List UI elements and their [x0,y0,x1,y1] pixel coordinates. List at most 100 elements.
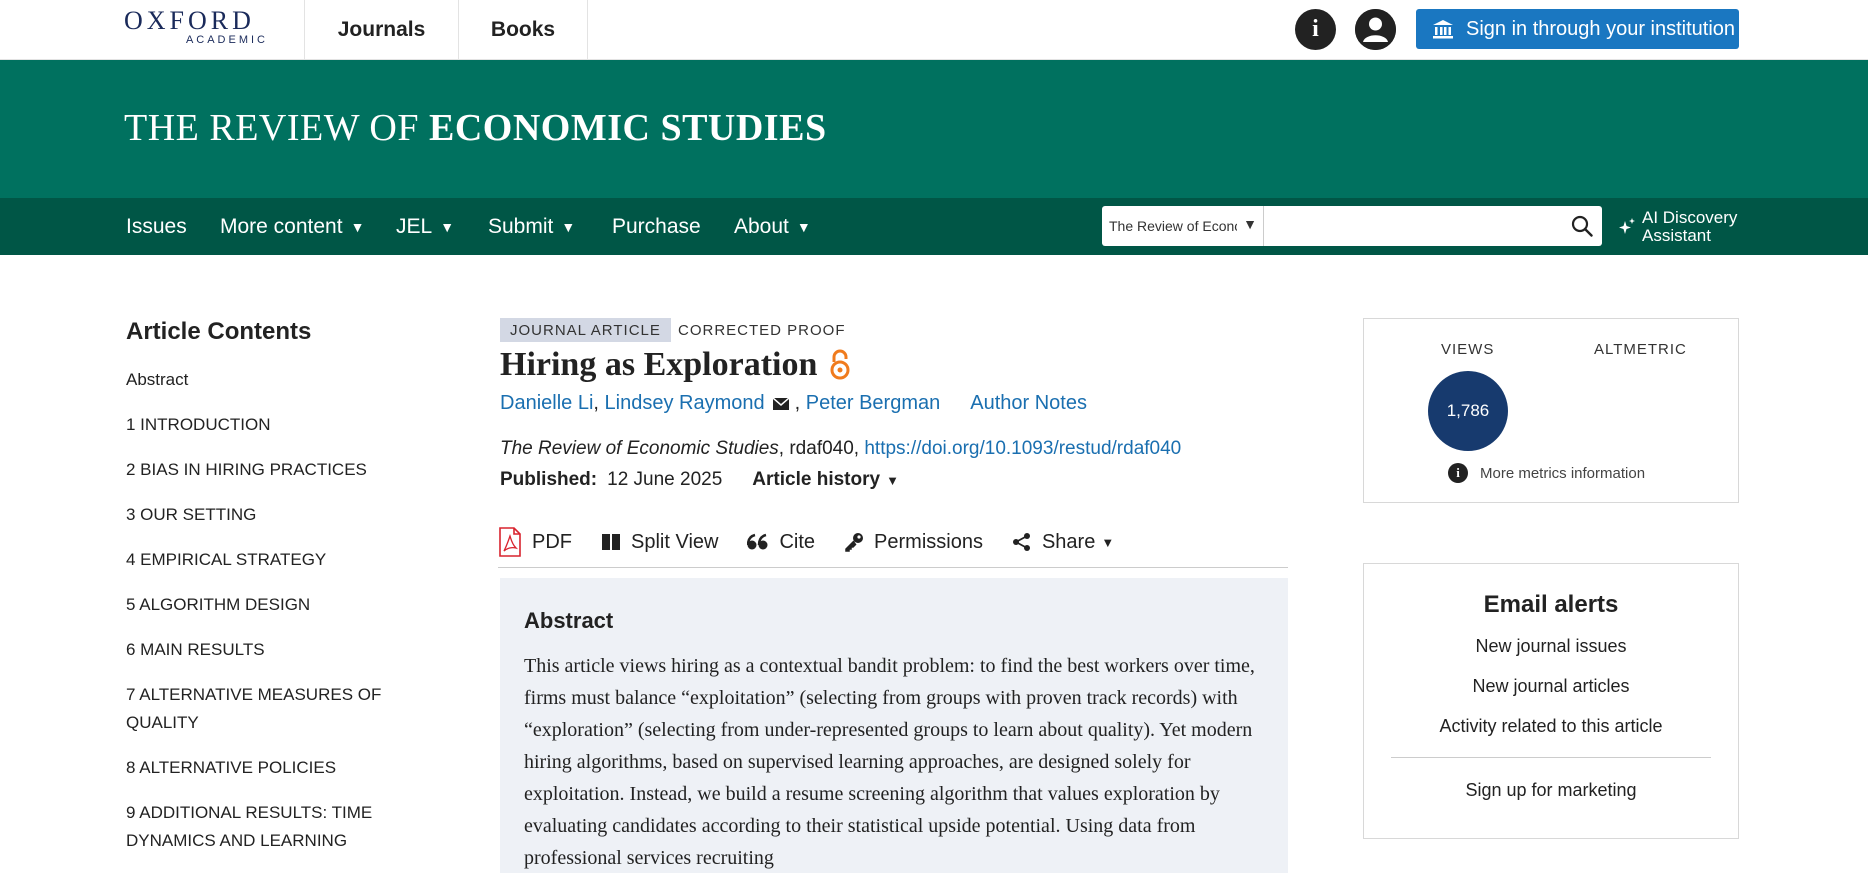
article-contents-list: Abstract 1 INTRODUCTION 2 BIAS IN HIRING… [126,366,386,872]
chevron-down-icon: ▼ [796,218,811,235]
published-label: Published: [500,469,598,490]
nav-issues-label: Issues [126,214,187,238]
cite-label: Cite [779,530,816,553]
user-icon[interactable] [1355,9,1396,50]
ai-line2: Assistant [1642,226,1711,245]
pdf-button[interactable]: PDF [498,524,572,560]
toc-item-3[interactable]: 3 OUR SETTING [126,501,386,529]
marketing-signup-link[interactable]: Sign up for marketing [1364,780,1738,801]
author-link[interactable]: Danielle Li [500,392,593,415]
abstract-text: This article views hiring as a contextua… [524,655,1255,869]
quote-icon [747,533,768,550]
nav-purchase-label: Purchase [612,214,701,238]
search-scope-select[interactable]: The Review of Economic Studies ▼ [1102,206,1264,246]
author-notes-link[interactable]: Author Notes [970,392,1087,415]
email-alerts-title: Email alerts [1483,591,1619,618]
info-icon[interactable]: i [1295,9,1336,50]
toc-item-4[interactable]: 4 EMPIRICAL STRATEGY [126,546,386,574]
chevron-down-icon: ▼ [350,218,365,235]
cite-button[interactable]: Cite [747,524,815,560]
chevron-down-icon: ▼ [886,473,899,488]
nav-jel-label: JEL [396,214,433,238]
search-input[interactable] [1264,206,1602,246]
nav-about-label: About [734,214,789,238]
nav-issues[interactable]: Issues [126,198,187,255]
article-history-toggle[interactable]: Article history ▼ [752,469,899,491]
author-separator: , [794,392,806,414]
journal-title[interactable]: THE REVIEW OF ECONOMIC STUDIES [124,106,827,150]
nav-submit[interactable]: Submit ▼ [488,198,575,255]
email-alerts-widget: Email alerts New journal issues New jour… [1363,563,1739,839]
nav-more-content[interactable]: More content ▼ [220,198,364,255]
toc-item-2[interactable]: 2 BIAS IN HIRING PRACTICES [126,456,386,484]
article-toolbar: PDF Split View Cite Permissions Share ▼ [498,524,1288,568]
toc-item-9[interactable]: 9 ADDITIONAL RESULTS: TIME DYNAMICS AND … [126,799,386,855]
ai-line1: AI Discovery [1642,208,1738,227]
key-icon [845,533,864,552]
info-icon: i [1448,463,1468,483]
split-view-button[interactable]: Split View [601,524,718,560]
chevron-down-icon: ▼ [561,218,576,235]
chevron-down-icon: ▼ [440,218,455,235]
views-count: 1,786 [1428,371,1508,451]
logo-line1: OXFORD [124,6,255,35]
ai-discovery-assistant[interactable]: AI Discovery Assistant [1618,207,1748,247]
toc-item-5[interactable]: 5 ALGORITHM DESIGN [126,591,386,619]
published-date: 12 June 2025 [607,469,723,490]
nav-jel[interactable]: JEL ▼ [396,198,454,255]
search-icon[interactable] [1571,215,1593,237]
toc-item-8[interactable]: 8 ALTERNATIVE POLICIES [126,754,386,782]
doi-link[interactable]: https://doi.org/10.1093/restud/rdaf040 [864,438,1181,459]
permissions-label: Permissions [874,530,983,553]
citation-line: The Review of Economic Studies, rdaf040,… [500,438,1181,460]
divider [1391,757,1711,758]
share-button[interactable]: Share ▼ [1012,524,1114,560]
oxford-academic-logo[interactable]: OXFORD ACADEMIC [124,8,272,48]
toc-item-abstract[interactable]: Abstract [126,366,386,394]
article-status-badge: CORRECTED PROOF [678,321,846,339]
author-list: Danielle Li, Lindsey Raymond , Peter Ber… [500,392,1087,415]
sign-in-label: Sign in through your institution [1466,17,1736,40]
open-access-icon [830,349,850,380]
nav-about[interactable]: About ▼ [734,198,811,255]
alert-new-issues-link[interactable]: New journal issues [1364,633,1738,659]
journal-name: The Review of Economic Studies [500,438,779,459]
author-separator: , [593,392,605,414]
author-link[interactable]: Lindsey Raymond [605,392,765,415]
split-view-icon [602,534,620,550]
nav-purchase[interactable]: Purchase [612,198,701,255]
article-history-label: Article history [752,469,881,490]
pdf-label: PDF [532,530,572,553]
toc-item-7[interactable]: 7 ALTERNATIVE MEASURES OF QUALITY [126,681,386,737]
toc-item-6[interactable]: 6 MAIN RESULTS [126,636,386,664]
envelope-icon[interactable] [772,397,789,410]
logo-line2: ACADEMIC [185,34,268,46]
article-type-badge: JOURNAL ARTICLE [500,318,671,342]
journal-title-bold: ECONOMIC STUDIES [429,107,827,149]
alert-activity-link[interactable]: Activity related to this article [1364,713,1738,739]
metrics-widget: VIEWS ALTMETRIC 1,786 i More metrics inf… [1363,318,1739,503]
journal-title-regular: THE REVIEW OF [124,107,429,149]
article-title-text: Hiring as Exploration [500,346,818,383]
chevron-down-icon: ▼ [1101,534,1115,550]
article-title: Hiring as Exploration [500,346,851,384]
article-contents-title: Article Contents [126,318,312,345]
author-link[interactable]: Peter Bergman [806,392,941,415]
share-icon [1012,533,1030,551]
sign-in-institution-button[interactable]: Sign in through your institution [1416,9,1739,49]
abstract-heading: Abstract [524,608,614,633]
search-scope-value: The Review of Economic Studies [1109,218,1237,234]
institution-icon [1433,20,1453,39]
published-line: Published: 12 June 2025 Article history ▼ [500,469,899,491]
permissions-button[interactable]: Permissions [844,524,983,560]
topnav-books[interactable]: Books [458,0,588,59]
pdf-icon [499,527,521,557]
nav-more-content-label: More content [220,214,343,238]
alert-new-articles-link[interactable]: New journal articles [1364,673,1738,699]
split-view-label: Split View [631,530,719,553]
more-metrics-link[interactable]: i More metrics information [1448,463,1645,483]
more-metrics-label: More metrics information [1480,464,1646,482]
chevron-down-icon: ▼ [1243,216,1257,232]
topnav-journals[interactable]: Journals [304,0,458,59]
toc-item-1[interactable]: 1 INTRODUCTION [126,411,386,439]
